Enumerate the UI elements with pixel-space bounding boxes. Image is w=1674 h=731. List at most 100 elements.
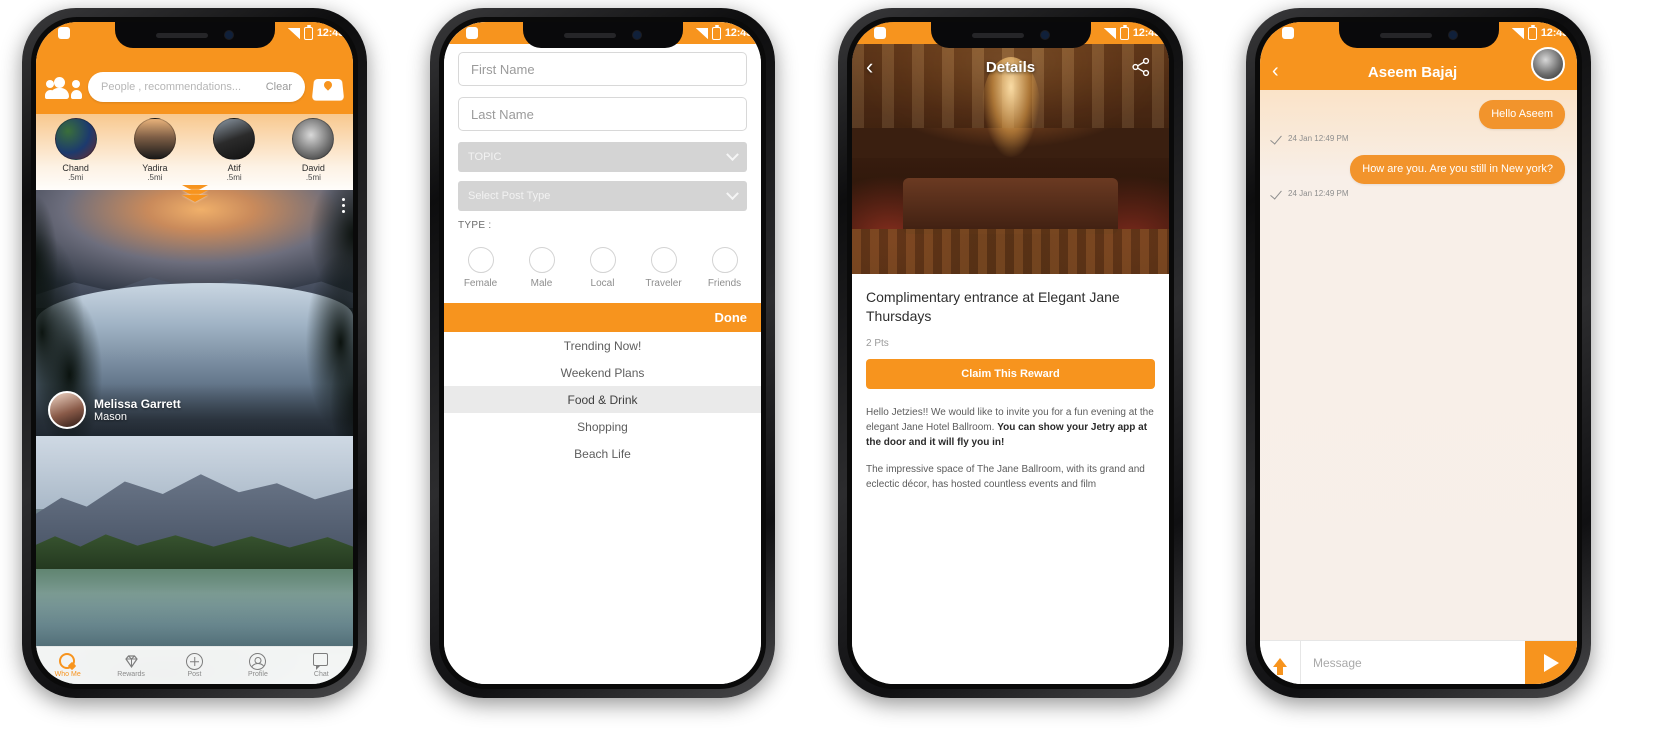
picker-option[interactable]: Beach Life	[444, 440, 761, 467]
tab-chat[interactable]: Chat	[290, 653, 353, 678]
alarm-icon	[58, 27, 70, 39]
radio-male[interactable]: Male	[514, 247, 570, 289]
status-bar-left	[453, 27, 478, 39]
claim-reward-button[interactable]: Claim This Reward	[866, 358, 1155, 389]
tab-post[interactable]: Post	[163, 653, 226, 678]
send-button[interactable]	[1525, 641, 1577, 684]
reward-body-paragraph-2: The impressive space of The Jane Ballroo…	[866, 463, 1145, 490]
phone-4-bezel: ‹ Aseem Bajaj 12:43 Hello Aseem 24 Jan 1…	[1255, 17, 1582, 689]
reward-card: Complimentary entrance at Elegant Jane T…	[852, 274, 1169, 684]
avatar	[292, 118, 335, 160]
back-chevron-icon[interactable]: ‹	[1272, 61, 1294, 81]
feed-post[interactable]: Melissa Garrett Mason	[36, 190, 353, 436]
signal-icon	[287, 27, 300, 39]
picker-option[interactable]: Weekend Plans	[444, 359, 761, 386]
story-distance: .5mi	[226, 173, 242, 183]
front-camera	[223, 30, 234, 40]
search-input[interactable]: People , recommendations... Clear	[88, 72, 305, 102]
picker-options-list[interactable]: Trending Now! Weekend Plans Food & Drink…	[444, 332, 761, 467]
radio-label: Traveler	[645, 278, 682, 289]
radio-traveler[interactable]: Traveler	[636, 247, 692, 289]
avatar	[48, 391, 86, 429]
phone-3-details: 12:43 ‹ Details Complimentary entrance a…	[838, 8, 1183, 698]
notch	[522, 22, 683, 48]
notch	[114, 22, 275, 48]
type-radio-group: Female Male Local Traveler Friends	[450, 247, 755, 289]
message-bubble[interactable]: Hello Aseem	[1479, 100, 1565, 129]
last-name-placeholder: Last Name	[471, 106, 534, 122]
picker-toolbar: Done	[444, 303, 761, 332]
phone-3-screen: 12:43 ‹ Details Complimentary entrance a…	[852, 22, 1169, 684]
status-bar-left	[45, 27, 70, 39]
chat-bubble-icon	[312, 653, 330, 670]
message-status-row: 24 Jan 12:49 PM	[1272, 134, 1565, 143]
avatar	[54, 118, 97, 160]
front-camera	[631, 30, 642, 40]
signal-icon	[1511, 27, 1524, 39]
alarm-icon	[874, 27, 886, 39]
radio-label: Male	[530, 278, 553, 289]
attach-upload-icon[interactable]	[1260, 658, 1300, 675]
expand-chevrons-icon[interactable]	[181, 185, 208, 202]
feed-post[interactable]	[36, 436, 353, 650]
topic-select[interactable]: TOPIC	[458, 142, 747, 172]
post-options-icon[interactable]	[342, 198, 345, 213]
tab-rewards[interactable]: Rewards	[99, 653, 162, 678]
post-author-subtitle: Mason	[94, 411, 128, 423]
earpiece-speaker	[1379, 32, 1432, 38]
battery-icon	[1119, 24, 1129, 40]
message-placeholder: Message	[1313, 655, 1362, 670]
tab-who-me[interactable]: Who Me	[36, 653, 99, 678]
share-icon[interactable]	[1131, 57, 1155, 77]
people-icon[interactable]	[45, 76, 82, 102]
radio-female[interactable]: Female	[453, 247, 509, 289]
radio-friends[interactable]: Friends	[697, 247, 753, 289]
radio-local[interactable]: Local	[575, 247, 631, 289]
status-bar-clock: 12:43	[316, 27, 344, 39]
send-icon	[1543, 653, 1559, 672]
avatar[interactable]	[1531, 47, 1565, 81]
chevron-down-icon	[726, 147, 739, 161]
notch	[930, 22, 1091, 48]
tab-label: Post	[187, 671, 202, 678]
phone-1-feed: 12:43 People , recommendations... Clear	[22, 8, 367, 698]
story-distance: .5mi	[305, 173, 321, 183]
phone-4-screen: ‹ Aseem Bajaj 12:43 Hello Aseem 24 Jan 1…	[1260, 22, 1577, 684]
picker-option[interactable]: Trending Now!	[444, 332, 761, 359]
post-type-select[interactable]: Select Post Type	[458, 181, 747, 211]
earpiece-speaker	[971, 32, 1024, 38]
story-item[interactable]: Chand .5mi	[44, 118, 108, 183]
search-clear-button[interactable]: Clear	[266, 81, 292, 93]
story-item[interactable]: Atif .5mi	[202, 118, 266, 183]
status-bar-right: 12:43	[695, 24, 752, 40]
avatar	[213, 118, 256, 160]
message-list[interactable]: Hello Aseem 24 Jan 12:49 PM How are you.…	[1260, 90, 1577, 640]
last-name-field[interactable]: Last Name	[458, 97, 747, 131]
stories-strip: Chand .5mi Yadira .5mi Atif .5mi David .…	[36, 114, 353, 190]
feed-list[interactable]: Melissa Garrett Mason	[36, 190, 353, 684]
phone-1-screen: 12:43 People , recommendations... Clear	[36, 22, 353, 684]
story-distance: .5mi	[68, 173, 84, 183]
contact-name: Aseem Bajaj	[1367, 64, 1458, 81]
radio-circle-icon	[711, 247, 738, 273]
story-item[interactable]: David .5mi	[281, 118, 345, 183]
message-row: How are you. Are you still in New york?	[1272, 154, 1565, 184]
plus-circle-icon	[186, 653, 204, 670]
story-item[interactable]: Yadira .5mi	[123, 118, 187, 183]
map-pin-icon[interactable]	[311, 76, 345, 102]
post-type-select-label: Select Post Type	[468, 190, 551, 202]
alarm-icon	[466, 27, 478, 39]
picker-done-button[interactable]: Done	[715, 310, 748, 325]
bottom-tab-bar: Who Me Rewards Post Profile Chat	[36, 646, 353, 684]
picker-option-selected[interactable]: Food & Drink	[444, 386, 761, 413]
story-name: Atif	[227, 163, 241, 173]
first-name-field[interactable]: First Name	[458, 52, 747, 86]
front-camera	[1447, 30, 1458, 40]
tab-profile[interactable]: Profile	[226, 653, 289, 678]
chat-input-bar: Message	[1260, 640, 1577, 684]
message-input[interactable]: Message	[1300, 641, 1525, 684]
back-chevron-icon[interactable]: ‹	[866, 56, 890, 78]
who-me-icon	[59, 653, 76, 670]
message-bubble[interactable]: How are you. Are you still in New york?	[1350, 154, 1565, 184]
picker-option[interactable]: Shopping	[444, 413, 761, 440]
